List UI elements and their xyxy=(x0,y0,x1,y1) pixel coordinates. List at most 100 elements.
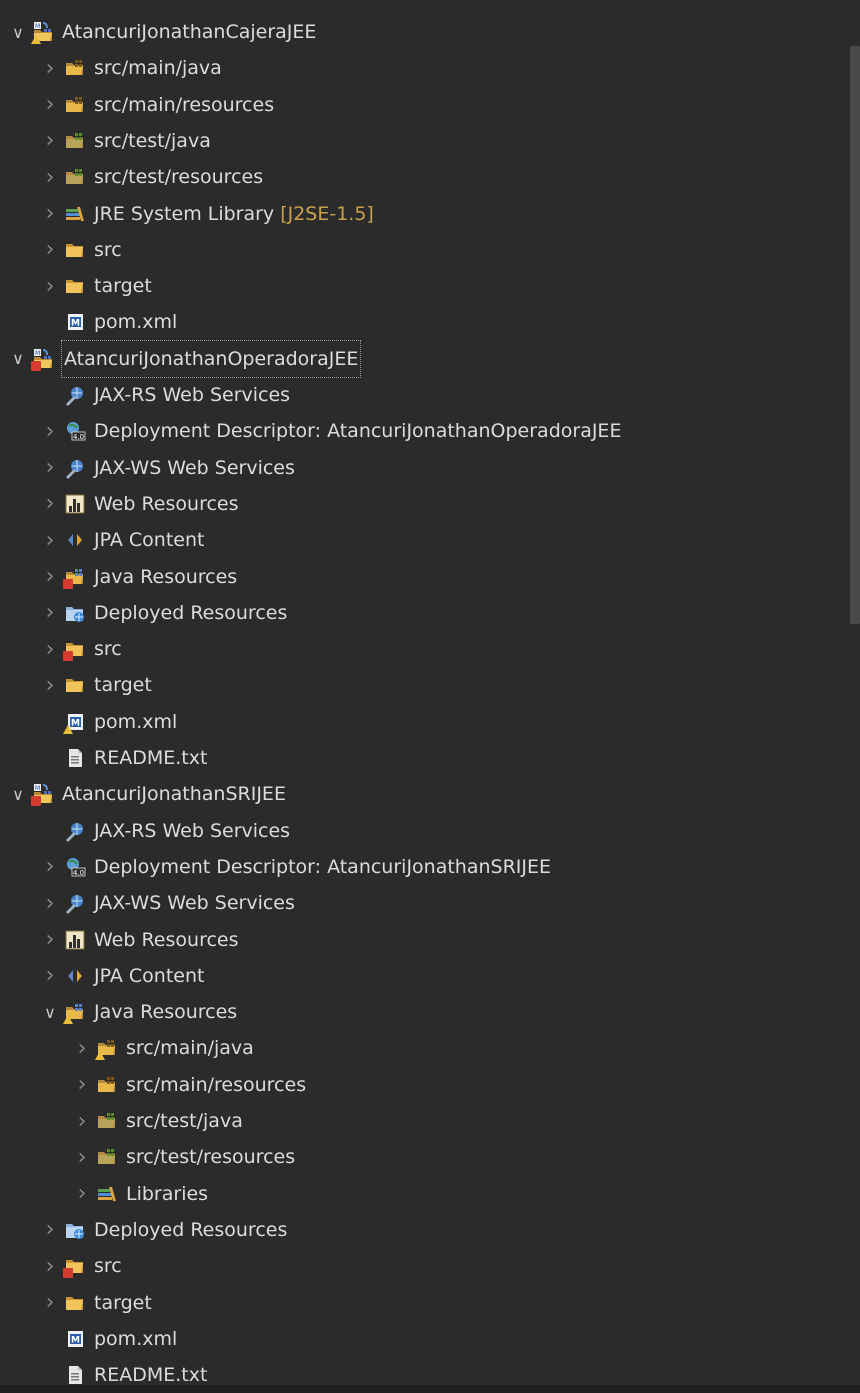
tree-item-label: pom.xml xyxy=(94,1327,178,1350)
tree-item[interactable]: › Web Resources xyxy=(0,922,860,958)
tree-item-label: src/test/java xyxy=(94,129,211,152)
tree-item[interactable]: › src/test/resources xyxy=(0,159,860,195)
tree-item[interactable]: ∨ M AtancuriJonathanSRIJEE xyxy=(0,776,858,812)
tree-item[interactable]: › Web Resources xyxy=(0,486,860,522)
warning-overlay-icon xyxy=(31,35,41,44)
tree-item[interactable]: › src/test/java xyxy=(0,123,860,159)
chevron-right-icon[interactable]: › xyxy=(42,922,58,958)
tree-item[interactable]: › src xyxy=(0,631,860,667)
chevron-right-icon[interactable]: › xyxy=(42,413,58,449)
chevron-right-icon[interactable]: › xyxy=(42,486,58,522)
chevron-right-icon[interactable]: › xyxy=(74,1176,90,1212)
tree-item[interactable]: › src/main/java xyxy=(0,50,860,86)
chevron-right-icon[interactable]: › xyxy=(42,50,58,86)
chevron-right-icon[interactable]: › xyxy=(42,885,58,921)
tree-item[interactable]: M pom.xml xyxy=(0,704,860,740)
tree-item[interactable]: ∨ M AtancuriJonathanCajeraJEE xyxy=(0,14,858,50)
chevron-right-icon[interactable]: › xyxy=(74,1030,90,1066)
chevron-down-icon[interactable]: ∨ xyxy=(10,14,26,50)
deployment-descriptor-icon: 4.0 xyxy=(64,420,86,442)
chevron-right-icon[interactable]: › xyxy=(42,522,58,558)
chevron-right-icon[interactable]: › xyxy=(42,667,58,703)
chevron-right-icon[interactable]: › xyxy=(42,1248,58,1284)
maven-project-error-icon: M xyxy=(31,348,54,371)
tree-item[interactable]: › Java Resources xyxy=(0,559,860,595)
chevron-down-icon[interactable]: ∨ xyxy=(42,994,58,1030)
chevron-right-icon[interactable]: › xyxy=(42,849,58,885)
error-overlay-icon xyxy=(31,796,41,807)
folder-icon xyxy=(64,275,86,297)
tree-item[interactable]: › 4.0 Deployment Descriptor: AtancuriJon… xyxy=(0,413,860,449)
tree-item[interactable]: M pom.xml xyxy=(0,304,860,340)
tree-item-label: src/test/resources xyxy=(94,166,264,189)
tree-item-label: Java Resources xyxy=(94,565,238,588)
chevron-right-icon[interactable]: › xyxy=(42,1285,58,1321)
tree-item[interactable]: › Libraries xyxy=(0,1176,860,1212)
tree-item[interactable]: › src/test/resources xyxy=(0,1139,860,1175)
tree-item[interactable]: README.txt xyxy=(0,740,860,776)
chevron-right-icon[interactable]: › xyxy=(42,559,58,595)
tree-item-label: src xyxy=(94,238,122,261)
chevron-right-icon[interactable]: › xyxy=(42,268,58,304)
chevron-right-icon[interactable]: › xyxy=(42,958,58,994)
chevron-right-icon[interactable]: › xyxy=(42,123,58,159)
tree-item-label: target xyxy=(94,674,152,697)
tree-item[interactable]: › JPA Content xyxy=(0,958,860,994)
chevron-right-icon[interactable]: › xyxy=(42,450,58,486)
tree-item-label: src/test/resources xyxy=(126,1146,296,1169)
tree-item-label: Java Resources xyxy=(94,1001,238,1024)
svg-text:4.0: 4.0 xyxy=(73,433,84,441)
tree-item-label: src/main/resources xyxy=(94,93,275,116)
tree-item[interactable]: JAX-RS Web Services xyxy=(0,377,860,413)
deployed-resources-icon xyxy=(64,1219,86,1241)
chevron-right-icon[interactable]: › xyxy=(42,159,58,195)
tree-item[interactable]: › Deployed Resources xyxy=(0,595,860,631)
chevron-right-icon[interactable]: › xyxy=(74,1139,90,1175)
chevron-down-icon[interactable]: ∨ xyxy=(10,776,26,812)
tree-item-label: AtancuriJonathanOperadoraJEE xyxy=(60,339,362,378)
tree-item[interactable]: › src xyxy=(0,1248,860,1284)
chevron-right-icon[interactable]: › xyxy=(42,87,58,123)
tree-item[interactable]: ∨ Java Resources xyxy=(0,994,860,1030)
chevron-down-icon[interactable]: ∨ xyxy=(10,341,26,377)
tree-item[interactable]: › src/main/resources xyxy=(0,1067,860,1103)
test-source-folder-icon xyxy=(96,1110,118,1132)
tree-item[interactable]: ∨ M AtancuriJonathanOperadoraJEE xyxy=(0,339,858,378)
maven-project-error-icon: M xyxy=(31,783,54,807)
chevron-right-icon[interactable]: › xyxy=(42,232,58,268)
tree-item[interactable]: › src xyxy=(0,232,860,268)
chevron-right-icon[interactable]: › xyxy=(42,196,58,232)
maven-project-warning-icon: M xyxy=(31,21,54,44)
tree-item[interactable]: › target xyxy=(0,1285,860,1321)
tree-item[interactable]: › src/main/java xyxy=(0,1030,860,1066)
chevron-right-icon[interactable]: › xyxy=(42,595,58,631)
tree-item[interactable]: JAX-RS Web Services xyxy=(0,813,860,849)
chevron-right-icon[interactable]: › xyxy=(74,1103,90,1139)
web-services-icon xyxy=(64,457,86,479)
tree-item[interactable]: M pom.xml xyxy=(0,1321,860,1357)
tree-item[interactable]: › JPA Content xyxy=(0,522,860,558)
chevron-right-icon[interactable]: › xyxy=(42,631,58,667)
tree-item[interactable]: › JRE System Library [J2SE-1.5] xyxy=(0,196,860,232)
svg-text:M: M xyxy=(35,350,40,357)
tree-item-label: Deployment Descriptor: AtancuriJonathanS… xyxy=(94,855,552,878)
tree-item[interactable]: README.txt xyxy=(0,1357,860,1393)
project-explorer-tree: ∨ M AtancuriJonathanCajeraJEE › src/main/… xyxy=(0,0,848,1386)
tree-item[interactable]: › Deployed Resources xyxy=(0,1212,860,1248)
chevron-right-icon[interactable]: › xyxy=(74,1067,90,1103)
tree-item[interactable]: › target xyxy=(0,268,860,304)
library-icon xyxy=(64,203,86,225)
tree-item[interactable]: › target xyxy=(0,667,860,703)
tree-item[interactable]: › JAX-WS Web Services xyxy=(0,885,860,921)
tree-item[interactable]: › src/test/java xyxy=(0,1103,860,1139)
tree-item-label: src xyxy=(94,1255,122,1278)
error-overlay-icon xyxy=(63,578,73,589)
tree-item[interactable]: › src/main/resources xyxy=(0,87,860,123)
scrollbar-thumb[interactable] xyxy=(850,46,860,624)
chevron-right-icon[interactable]: › xyxy=(42,1212,58,1248)
tree-item[interactable]: › JAX-WS Web Services xyxy=(0,450,860,486)
library-icon xyxy=(96,1183,118,1205)
maven-pom-warning-icon: M xyxy=(63,711,86,734)
tree-item[interactable]: › 4.0 Deployment Descriptor: AtancuriJon… xyxy=(0,849,860,885)
